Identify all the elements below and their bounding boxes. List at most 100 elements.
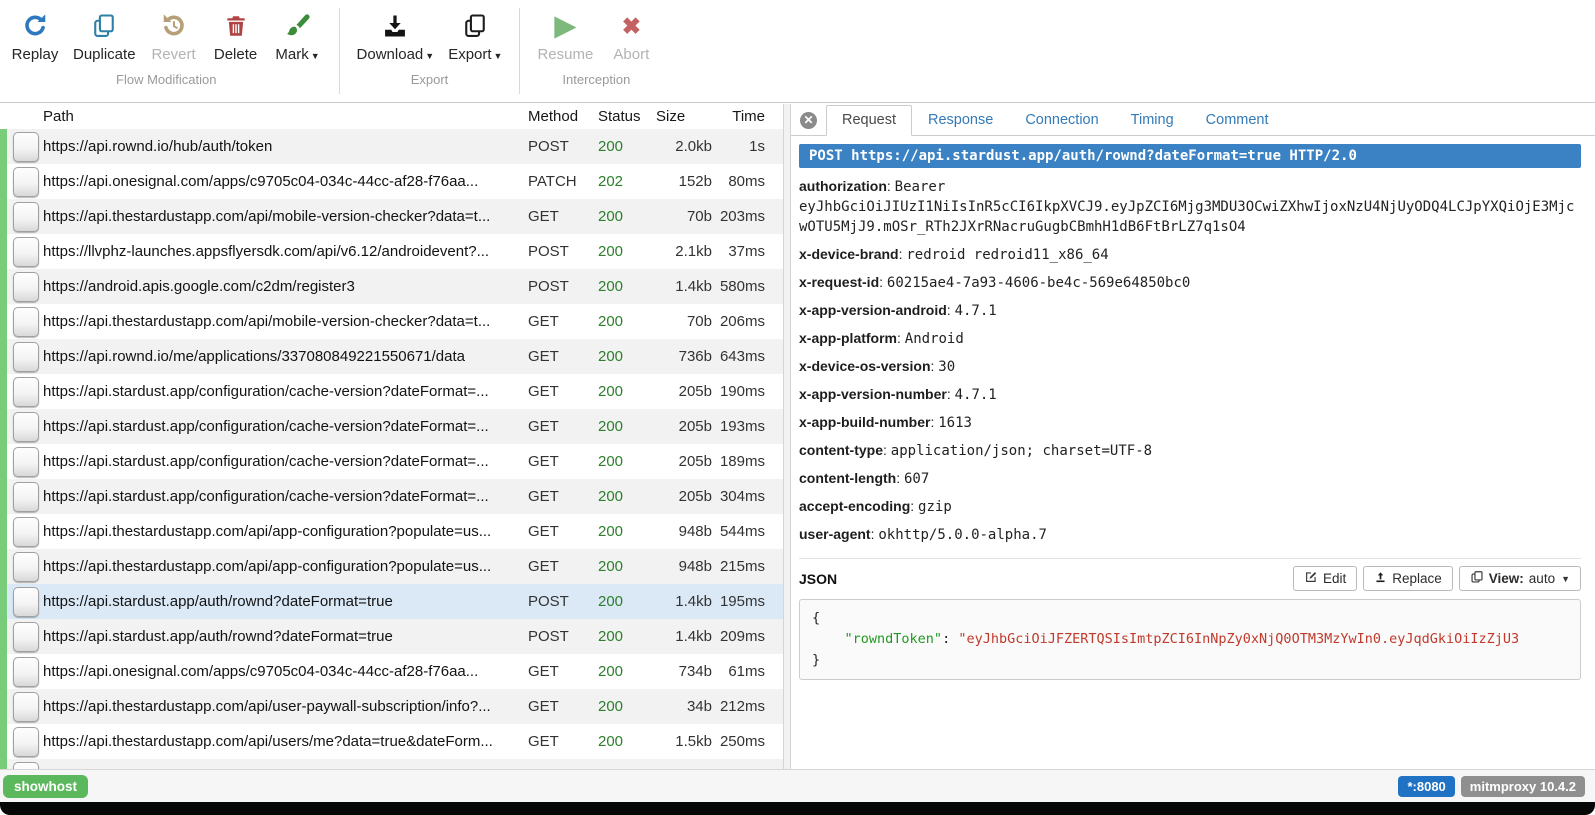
json-body-viewer[interactable]: { "rowndToken": "eyJhbGciOiJFZERTQSIsImt…: [799, 599, 1581, 680]
column-header-path[interactable]: Path: [0, 108, 528, 125]
flow-row[interactable]: https://api.stardust.app/auth/rownd?date…: [0, 619, 783, 654]
header-name[interactable]: x-app-version-number: [799, 386, 947, 402]
flow-row[interactable]: https://api.thestardustapp.com/api/user-…: [0, 689, 783, 724]
flow-method: GET: [528, 558, 598, 575]
flow-time: 580ms: [712, 278, 765, 295]
view-mode-button[interactable]: View:auto▼: [1459, 566, 1581, 591]
flow-size: 70b: [656, 313, 712, 330]
header-value[interactable]: 4.7.1: [955, 303, 997, 319]
flow-row[interactable]: [0, 759, 783, 769]
flow-path: https://api.stardust.app/auth/rownd?date…: [43, 593, 528, 610]
flow-row[interactable]: https://api.stardust.app/configuration/c…: [0, 374, 783, 409]
flow-path: https://api.thestardustapp.com/api/user-…: [43, 698, 528, 715]
flow-row[interactable]: https://api.onesignal.com/apps/c9705c04-…: [0, 654, 783, 689]
toolbar-button[interactable]: Mark▼: [267, 8, 329, 63]
detail-tab[interactable]: Connection: [1009, 105, 1114, 136]
header-value[interactable]: Bearer eyJhbGciOiJIUzI1NiIsInR5cCI6IkpXV…: [799, 179, 1574, 235]
toolbar-button[interactable]: ▶ Resume▼: [530, 8, 600, 63]
flow-path: https://api.stardust.app/configuration/c…: [43, 418, 528, 435]
toolbar-button[interactable]: Download▼: [350, 8, 442, 63]
toolbar-button[interactable]: Export▼: [441, 8, 509, 63]
header-value[interactable]: 60215ae4-7a93-4606-be4c-569e64850bc0: [887, 275, 1190, 291]
flow-row[interactable]: https://api.thestardustapp.com/api/users…: [0, 724, 783, 759]
flow-row[interactable]: https://api.thestardustapp.com/api/app-c…: [0, 549, 783, 584]
caret-down-icon: ▼: [425, 51, 434, 61]
header-name[interactable]: content-type: [799, 442, 883, 458]
header-value[interactable]: application/json; charset=UTF-8: [891, 443, 1152, 459]
flow-time: 304ms: [712, 488, 765, 505]
flow-path: https://api.onesignal.com/apps/c9705c04-…: [43, 173, 528, 190]
detail-tab[interactable]: Comment: [1190, 105, 1285, 136]
column-header-time[interactable]: Time: [712, 108, 765, 125]
flow-status: 200: [598, 523, 656, 540]
header-name[interactable]: x-device-os-version: [799, 358, 931, 374]
flow-row[interactable]: https://api.stardust.app/auth/rownd?date…: [0, 584, 783, 619]
flow-row[interactable]: https://api.stardust.app/configuration/c…: [0, 444, 783, 479]
header-value[interactable]: 607: [904, 471, 929, 487]
flow-time: 209ms: [712, 628, 765, 645]
header-value[interactable]: 4.7.1: [955, 387, 997, 403]
flow-method: GET: [528, 418, 598, 435]
flow-time: 190ms: [712, 383, 765, 400]
header-name[interactable]: accept-encoding: [799, 498, 910, 514]
request-line[interactable]: POST https://api.stardust.app/auth/rownd…: [799, 144, 1581, 168]
flow-row[interactable]: https://api.stardust.app/configuration/c…: [0, 409, 783, 444]
flow-size: 34b: [656, 698, 712, 715]
flow-status: 200: [598, 313, 656, 330]
detail-tab[interactable]: Timing: [1115, 105, 1190, 136]
flow-method: GET: [528, 208, 598, 225]
header-name[interactable]: x-app-build-number: [799, 414, 930, 430]
document-icon: [13, 167, 39, 197]
flow-row[interactable]: https://api.thestardustapp.com/api/app-c…: [0, 514, 783, 549]
flow-row[interactable]: https://llvphz-launches.appsflyersdk.com…: [0, 234, 783, 269]
close-icon[interactable]: ✕: [800, 112, 817, 129]
toolbar-button[interactable]: ✖ Abort▼: [600, 8, 662, 63]
header-row: x-app-build-number: 1613: [799, 413, 1581, 433]
document-icon: [13, 342, 39, 372]
toolbar-button[interactable]: Delete▼: [205, 8, 267, 63]
detail-tab[interactable]: Request: [826, 105, 912, 136]
flow-path: https://api.stardust.app/auth/rownd?date…: [43, 628, 528, 645]
toolbar-button[interactable]: Duplicate▼: [66, 8, 143, 63]
panel-divider[interactable]: [783, 104, 791, 769]
flow-row[interactable]: https://android.apis.google.com/c2dm/reg…: [0, 269, 783, 304]
flow-time: 1s: [712, 138, 765, 155]
document-icon: [13, 657, 39, 687]
flow-row[interactable]: https://api.stardust.app/configuration/c…: [0, 479, 783, 514]
flow-row[interactable]: https://api.onesignal.com/apps/c9705c04-…: [0, 164, 783, 199]
flow-method: POST: [528, 278, 598, 295]
toolbar-group-label: Interception: [530, 72, 662, 87]
detail-tab[interactable]: Response: [912, 105, 1009, 136]
flow-method: GET: [528, 663, 598, 680]
column-header-status[interactable]: Status: [598, 108, 656, 125]
header-name[interactable]: x-request-id: [799, 274, 879, 290]
edit-icon: [1304, 570, 1318, 587]
header-value[interactable]: gzip: [918, 499, 952, 515]
header-name[interactable]: x-app-version-android: [799, 302, 947, 318]
flow-row[interactable]: https://api.thestardustapp.com/api/mobil…: [0, 199, 783, 234]
header-name[interactable]: x-app-platform: [799, 330, 897, 346]
header-name[interactable]: authorization: [799, 178, 887, 194]
header-value[interactable]: okhttp/5.0.0-alpha.7: [878, 527, 1047, 543]
edit-button[interactable]: Edit: [1293, 566, 1357, 591]
flow-row[interactable]: https://api.rownd.io/hub/auth/token POST…: [0, 129, 783, 164]
column-header-size[interactable]: Size: [656, 108, 712, 125]
toolbar-button[interactable]: Replay▼: [4, 8, 66, 63]
column-header-method[interactable]: Method: [528, 108, 598, 125]
header-value[interactable]: 30: [938, 359, 955, 375]
replace-button[interactable]: Replace: [1363, 566, 1453, 591]
flow-row[interactable]: https://api.rownd.io/me/applications/337…: [0, 339, 783, 374]
body-format-label: JSON: [799, 571, 837, 587]
flow-size: 734b: [656, 663, 712, 680]
flow-method: GET: [528, 453, 598, 470]
header-name[interactable]: x-device-brand: [799, 246, 899, 262]
flow-row[interactable]: https://api.thestardustapp.com/api/mobil…: [0, 304, 783, 339]
toolbar-button[interactable]: Revert▼: [143, 8, 205, 63]
flow-size: 2.1kb: [656, 243, 712, 260]
header-value[interactable]: 1613: [938, 415, 972, 431]
header-name[interactable]: user-agent: [799, 526, 871, 542]
header-value[interactable]: redroid redroid11_x86_64: [906, 247, 1108, 263]
header-value[interactable]: Android: [905, 331, 964, 347]
header-name[interactable]: content-length: [799, 470, 896, 486]
window-bottom-edge: [0, 802, 1595, 815]
